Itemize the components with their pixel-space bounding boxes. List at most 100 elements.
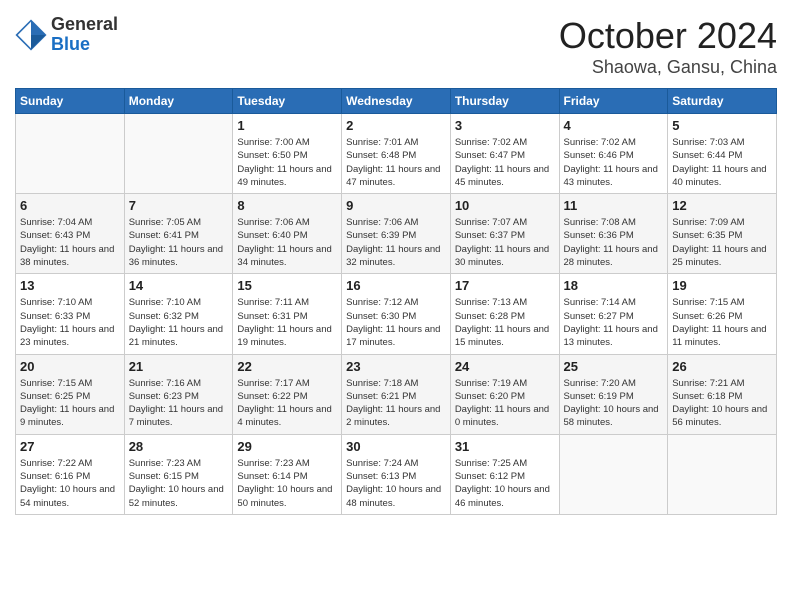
calendar-week-5: 27 Sunrise: 7:22 AM Sunset: 6:16 PM Dayli…: [16, 434, 777, 514]
calendar-cell: 12 Sunrise: 7:09 AM Sunset: 6:35 PM Dayli…: [668, 194, 777, 274]
page-header: General Blue October 2024 Shaowa, Gansu,…: [15, 15, 777, 78]
day-number: 9: [346, 198, 446, 213]
calendar-cell: 23Sunrise: 7:18 AM Sunset: 6:21 PM Dayli…: [342, 354, 451, 434]
calendar-cell: 8Sunrise: 7:06 AM Sunset: 6:40 PM Daylig…: [233, 194, 342, 274]
day-info: Sunrise: 7:18 AM Sunset: 6:21 PM Dayligh…: [346, 377, 446, 430]
calendar-cell: 29 Sunrise: 7:23 AM Sunset: 6:14 PM Dayli…: [233, 434, 342, 514]
calendar-week-3: 13Sunrise: 7:10 AM Sunset: 6:33 PM Dayli…: [16, 274, 777, 354]
title-block: October 2024 Shaowa, Gansu, China: [559, 15, 777, 78]
day-number: 2: [346, 118, 446, 133]
day-number: 5: [672, 118, 772, 133]
day-info: Sunrise: 7:10 AM Sunset: 6:32 PM Dayligh…: [129, 296, 229, 349]
day-info: Sunrise: 7:06 AM Sunset: 6:39 PM Dayligh…: [346, 216, 446, 269]
weekday-header-monday: Monday: [124, 89, 233, 114]
day-number: 28: [129, 439, 229, 454]
day-info: Sunrise: 7:19 AM Sunset: 6:20 PM Dayligh…: [455, 377, 555, 430]
calendar-cell: 21 Sunrise: 7:16 AM Sunset: 6:23 PM Dayli…: [124, 354, 233, 434]
day-number: 16: [346, 278, 446, 293]
weekday-header-sunday: Sunday: [16, 89, 125, 114]
calendar-cell: 7Sunrise: 7:05 AM Sunset: 6:41 PM Daylig…: [124, 194, 233, 274]
day-number: 12: [672, 198, 772, 213]
day-info: Sunrise: 7:15 AM Sunset: 6:25 PM Dayligh…: [20, 377, 120, 430]
day-info: Sunrise: 7:12 AM Sunset: 6:30 PM Dayligh…: [346, 296, 446, 349]
day-number: 3: [455, 118, 555, 133]
calendar-cell: [16, 114, 125, 194]
calendar-table: SundayMondayTuesdayWednesdayThursdayFrid…: [15, 88, 777, 515]
weekday-header-row: SundayMondayTuesdayWednesdayThursdayFrid…: [16, 89, 777, 114]
day-number: 31: [455, 439, 555, 454]
month-title: October 2024: [559, 15, 777, 57]
calendar-cell: 13Sunrise: 7:10 AM Sunset: 6:33 PM Dayli…: [16, 274, 125, 354]
calendar-cell: 17 Sunrise: 7:13 AM Sunset: 6:28 PM Dayli…: [450, 274, 559, 354]
day-number: 8: [237, 198, 337, 213]
weekday-header-saturday: Saturday: [668, 89, 777, 114]
calendar-cell: 22Sunrise: 7:17 AM Sunset: 6:22 PM Dayli…: [233, 354, 342, 434]
logo-general-text: General: [51, 15, 118, 35]
day-info: Sunrise: 7:14 AM Sunset: 6:27 PM Dayligh…: [564, 296, 664, 349]
day-number: 29: [237, 439, 337, 454]
day-info: Sunrise: 7:05 AM Sunset: 6:41 PM Dayligh…: [129, 216, 229, 269]
day-number: 11: [564, 198, 664, 213]
calendar-cell: [668, 434, 777, 514]
day-info: Sunrise: 7:15 AM Sunset: 6:26 PM Dayligh…: [672, 296, 772, 349]
day-number: 6: [20, 198, 120, 213]
calendar-cell: 31 Sunrise: 7:25 AM Sunset: 6:12 PM Dayli…: [450, 434, 559, 514]
day-info: Sunrise: 7:16 AM Sunset: 6:23 PM Dayligh…: [129, 377, 229, 430]
calendar-cell: [124, 114, 233, 194]
calendar-week-4: 20Sunrise: 7:15 AM Sunset: 6:25 PM Dayli…: [16, 354, 777, 434]
day-info: Sunrise: 7:25 AM Sunset: 6:12 PM Dayligh…: [455, 457, 555, 510]
logo-icon: [15, 19, 47, 51]
calendar-cell: 1 Sunrise: 7:00 AM Sunset: 6:50 PM Daylig…: [233, 114, 342, 194]
day-info: Sunrise: 7:11 AM Sunset: 6:31 PM Dayligh…: [237, 296, 337, 349]
weekday-header-friday: Friday: [559, 89, 668, 114]
day-info: Sunrise: 7:20 AM Sunset: 6:19 PM Dayligh…: [564, 377, 664, 430]
weekday-header-wednesday: Wednesday: [342, 89, 451, 114]
calendar-cell: 6 Sunrise: 7:04 AM Sunset: 6:43 PM Daylig…: [16, 194, 125, 274]
weekday-header-tuesday: Tuesday: [233, 89, 342, 114]
day-number: 22: [237, 359, 337, 374]
calendar-cell: 30Sunrise: 7:24 AM Sunset: 6:13 PM Dayli…: [342, 434, 451, 514]
day-info: Sunrise: 7:07 AM Sunset: 6:37 PM Dayligh…: [455, 216, 555, 269]
day-number: 30: [346, 439, 446, 454]
day-number: 1: [237, 118, 337, 133]
day-info: Sunrise: 7:10 AM Sunset: 6:33 PM Dayligh…: [20, 296, 120, 349]
day-number: 24: [455, 359, 555, 374]
calendar-cell: 2Sunrise: 7:01 AM Sunset: 6:48 PM Daylig…: [342, 114, 451, 194]
day-info: Sunrise: 7:13 AM Sunset: 6:28 PM Dayligh…: [455, 296, 555, 349]
day-info: Sunrise: 7:02 AM Sunset: 6:46 PM Dayligh…: [564, 136, 664, 189]
logo: General Blue: [15, 15, 118, 55]
day-number: 26: [672, 359, 772, 374]
day-info: Sunrise: 7:23 AM Sunset: 6:14 PM Dayligh…: [237, 457, 337, 510]
calendar-cell: 3Sunrise: 7:02 AM Sunset: 6:47 PM Daylig…: [450, 114, 559, 194]
day-number: 17: [455, 278, 555, 293]
day-info: Sunrise: 7:00 AM Sunset: 6:50 PM Dayligh…: [237, 136, 337, 189]
day-number: 19: [672, 278, 772, 293]
day-number: 21: [129, 359, 229, 374]
calendar-cell: 11Sunrise: 7:08 AM Sunset: 6:36 PM Dayli…: [559, 194, 668, 274]
day-number: 18: [564, 278, 664, 293]
calendar-cell: 20Sunrise: 7:15 AM Sunset: 6:25 PM Dayli…: [16, 354, 125, 434]
calendar-cell: 9 Sunrise: 7:06 AM Sunset: 6:39 PM Daylig…: [342, 194, 451, 274]
calendar-cell: 5 Sunrise: 7:03 AM Sunset: 6:44 PM Daylig…: [668, 114, 777, 194]
location-title: Shaowa, Gansu, China: [559, 57, 777, 78]
calendar-cell: 19 Sunrise: 7:15 AM Sunset: 6:26 PM Dayli…: [668, 274, 777, 354]
calendar-cell: [559, 434, 668, 514]
calendar-cell: 27 Sunrise: 7:22 AM Sunset: 6:16 PM Dayli…: [16, 434, 125, 514]
calendar-week-2: 6 Sunrise: 7:04 AM Sunset: 6:43 PM Daylig…: [16, 194, 777, 274]
day-number: 4: [564, 118, 664, 133]
calendar-week-1: 1 Sunrise: 7:00 AM Sunset: 6:50 PM Daylig…: [16, 114, 777, 194]
day-info: Sunrise: 7:22 AM Sunset: 6:16 PM Dayligh…: [20, 457, 120, 510]
weekday-header-thursday: Thursday: [450, 89, 559, 114]
calendar-cell: 24 Sunrise: 7:19 AM Sunset: 6:20 PM Dayli…: [450, 354, 559, 434]
calendar-cell: 28Sunrise: 7:23 AM Sunset: 6:15 PM Dayli…: [124, 434, 233, 514]
day-number: 15: [237, 278, 337, 293]
logo-blue-text: Blue: [51, 35, 118, 55]
calendar-cell: 18 Sunrise: 7:14 AM Sunset: 6:27 PM Dayli…: [559, 274, 668, 354]
day-number: 27: [20, 439, 120, 454]
day-info: Sunrise: 7:03 AM Sunset: 6:44 PM Dayligh…: [672, 136, 772, 189]
calendar-cell: 10Sunrise: 7:07 AM Sunset: 6:37 PM Dayli…: [450, 194, 559, 274]
day-info: Sunrise: 7:04 AM Sunset: 6:43 PM Dayligh…: [20, 216, 120, 269]
calendar-cell: 15 Sunrise: 7:11 AM Sunset: 6:31 PM Dayli…: [233, 274, 342, 354]
calendar-cell: 4 Sunrise: 7:02 AM Sunset: 6:46 PM Daylig…: [559, 114, 668, 194]
day-info: Sunrise: 7:09 AM Sunset: 6:35 PM Dayligh…: [672, 216, 772, 269]
